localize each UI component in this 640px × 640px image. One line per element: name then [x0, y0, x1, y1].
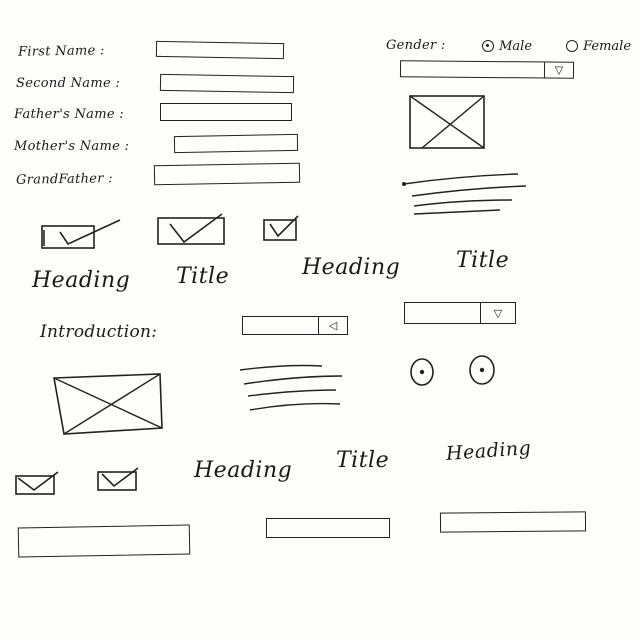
checkbox-2[interactable] [156, 212, 228, 248]
triangle-down-icon[interactable]: ▽ [543, 62, 574, 78]
bottom-input-2[interactable] [266, 518, 390, 538]
radio-selected-icon[interactable] [482, 39, 494, 52]
text-paragraph-placeholder [402, 173, 527, 215]
checkbox-5[interactable] [96, 466, 144, 494]
mothers-name-label: Mother's Name : [14, 139, 130, 154]
first-name-input[interactable] [155, 40, 285, 60]
introduction-label: Introduction: [40, 322, 158, 342]
bottom-input-3[interactable] [439, 511, 587, 533]
grandfather-label: GrandFather : [15, 171, 113, 188]
radio-button-icon[interactable] [410, 358, 434, 386]
checkbox-1[interactable] [38, 218, 124, 252]
image-placeholder-icon [409, 95, 485, 149]
dropdown-1[interactable]: ▽ [399, 60, 575, 79]
dropdown-2[interactable]: ◁ [242, 316, 348, 335]
checkbox-4[interactable] [12, 468, 62, 496]
title-text: Title [336, 448, 390, 473]
checkbox-3[interactable] [262, 214, 302, 242]
mothers-name-input[interactable] [173, 133, 299, 154]
bottom-input-1[interactable] [17, 524, 191, 558]
gender-label: Gender : [386, 38, 446, 53]
first-name-label: First Name : [17, 43, 105, 60]
triangle-down-icon[interactable]: ▽ [480, 303, 515, 323]
triangle-down-icon[interactable]: ◁ [318, 317, 347, 334]
title-text: Title [456, 248, 510, 273]
dropdown-3[interactable]: ▽ [404, 302, 516, 324]
fathers-name-label: Father's Name : [14, 107, 124, 122]
heading-text: Heading [194, 458, 293, 483]
heading-text: Heading [32, 268, 131, 293]
radio-unselected-icon[interactable] [566, 39, 578, 52]
second-name-input[interactable] [159, 73, 295, 94]
gender-option-male[interactable]: Male [482, 35, 532, 54]
fathers-name-input[interactable] [160, 103, 292, 121]
text-paragraph-placeholder [239, 364, 343, 411]
radio-button-icon[interactable] [469, 355, 495, 385]
gender-option-female[interactable]: Female [566, 35, 631, 54]
radio-group [410, 355, 495, 386]
gender-female-label: Female [583, 39, 632, 54]
heading-text: Heading [445, 437, 532, 465]
gender-male-label: Male [499, 39, 533, 54]
title-text: Title [176, 264, 230, 289]
heading-text: Heading [302, 255, 401, 280]
grandfather-input[interactable] [153, 162, 301, 186]
image-placeholder-icon [53, 373, 163, 435]
second-name-label: Second Name : [16, 76, 121, 91]
